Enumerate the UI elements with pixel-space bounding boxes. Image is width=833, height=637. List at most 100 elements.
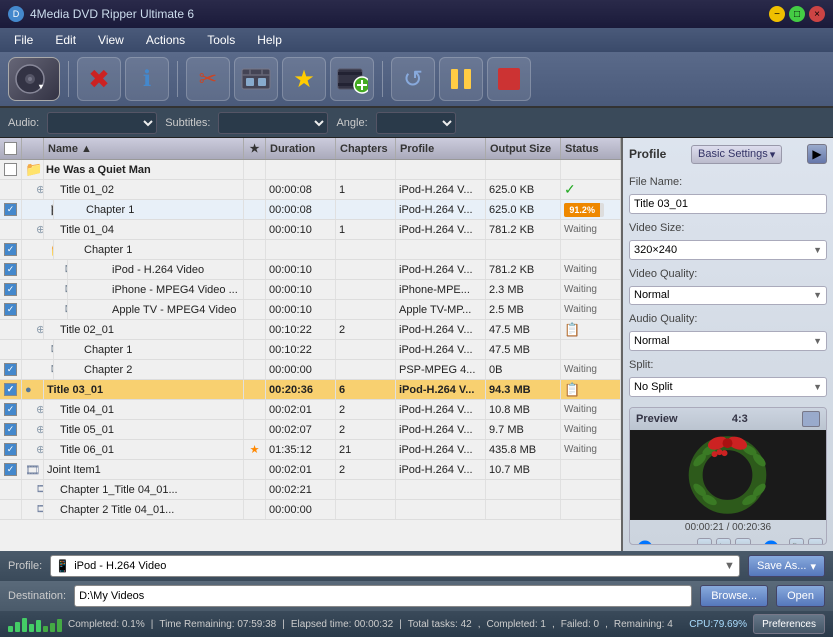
table-row[interactable]: 🎞 Joint Item1 00:02:01 2 iPod-H.264 V...… [0,460,621,480]
header-output-size[interactable]: Output Size [486,138,561,159]
pause-button[interactable] [439,57,483,101]
row-star[interactable] [244,240,266,259]
play-back-button[interactable]: ⏮ [697,538,712,545]
open-button[interactable]: Open [776,585,825,607]
close-button[interactable]: × [809,6,825,22]
row-star[interactable] [244,300,266,319]
table-row[interactable]: ⊕ Title 01_04 00:00:10 1 iPod-H.264 V...… [0,220,621,240]
angle-select[interactable] [376,112,456,134]
minimize-button[interactable]: − [769,6,785,22]
table-row[interactable]: ⊕ Title 01_02 00:00:08 1 iPod-H.264 V...… [0,180,621,200]
row-check[interactable] [0,380,22,399]
refresh-button[interactable]: ↺ [391,57,435,101]
cut-button[interactable]: ✂ [186,57,230,101]
row-check[interactable] [0,500,22,519]
row-check[interactable] [0,400,22,419]
row-star[interactable] [244,340,266,359]
row-check[interactable] [0,340,22,359]
play-button[interactable]: ▶ [716,538,731,545]
video-quality-select[interactable]: Normal ▼ [629,286,827,306]
row-star[interactable] [244,220,266,239]
menu-edit[interactable]: Edit [45,31,86,49]
table-row[interactable]: 🎞 Chapter 1 00:10:22 iPod-H.264 V... 47.… [0,340,621,360]
row-star[interactable] [244,200,266,219]
header-status[interactable]: Status [561,138,621,159]
filename-field[interactable]: Title 03_01 [629,194,827,214]
browse-button[interactable]: Browse... [700,585,768,607]
menu-actions[interactable]: Actions [136,31,195,49]
header-duration[interactable]: Duration [266,138,336,159]
table-row[interactable]: ⊕ Title 02_01 00:10:22 2 iPod-H.264 V...… [0,320,621,340]
header-name[interactable]: Name ▲ [44,138,244,159]
table-row[interactable]: 🎞 iPod - H.264 Video 00:00:10 iPod-H.264… [0,260,621,280]
row-star[interactable] [244,260,266,279]
header-chapters[interactable]: Chapters [336,138,396,159]
profile-select[interactable]: 📱 iPod - H.264 Video ▼ [50,555,740,577]
row-star[interactable] [244,500,266,519]
audio-quality-select[interactable]: Normal ▼ [629,331,827,351]
row-check[interactable] [0,460,22,479]
header-profile[interactable]: Profile [396,138,486,159]
table-row[interactable]: ⊕ Title 04_01 00:02:01 2 iPod-H.264 V...… [0,400,621,420]
table-row[interactable]: ● Title 03_01 00:20:36 6 iPod-H.264 V...… [0,380,621,400]
subtitles-select[interactable] [218,112,328,134]
table-row[interactable]: ⊕ Title 05_01 00:02:07 2 iPod-H.264 V...… [0,420,621,440]
dvd-button[interactable]: ▾ [8,57,60,101]
table-row[interactable]: 🎞 Chapter 1_Title 04_01... 00:02:21 [0,480,621,500]
row-check[interactable] [0,360,22,379]
table-row[interactable]: 🎞 iPhone - MPEG4 Video ... 00:00:10 iPho… [0,280,621,300]
row-check[interactable] [0,480,22,499]
table-row[interactable]: 📁 He Was a Quiet Man [0,160,621,180]
row-star[interactable] [244,280,266,299]
row-star[interactable] [244,320,266,339]
row-check[interactable] [0,280,22,299]
preview-scrubber[interactable] [633,544,693,545]
save-as-button[interactable]: Save As... ▾ [748,555,825,577]
row-star[interactable] [244,160,266,179]
row-check[interactable] [0,240,22,259]
row-check[interactable] [0,260,22,279]
row-star[interactable] [244,420,266,439]
table-row[interactable]: ⊕ Title 06_01 ★ 01:35:12 21 iPod-H.264 V… [0,440,621,460]
row-check[interactable] [0,200,22,219]
video-size-select[interactable]: 320×240 ▼ [629,240,827,260]
row-check[interactable] [0,160,22,179]
table-row[interactable]: 📁 Chapter 1 [0,240,621,260]
row-star[interactable] [244,460,266,479]
preview-expand-button[interactable] [802,411,820,427]
row-star[interactable] [244,380,266,399]
row-star[interactable] [244,180,266,199]
remove-button[interactable]: ✖ [77,57,121,101]
maximize-button[interactable]: □ [789,6,805,22]
split-select[interactable]: No Split ▼ [629,377,827,397]
bookmark-button[interactable]: ★ [282,57,326,101]
row-star[interactable] [244,480,266,499]
menu-help[interactable]: Help [247,31,292,49]
row-check[interactable] [0,180,22,199]
zoom-button[interactable]: 🔍 [789,538,804,545]
table-row[interactable]: 🎬 Chapter 1 00:00:08 iPod-H.264 V... 625… [0,200,621,220]
stop-button[interactable] [487,57,531,101]
audio-select[interactable] [47,112,157,134]
table-row[interactable]: 🎞 Chapter 2 Title 04_01... 00:00:00 [0,500,621,520]
menu-view[interactable]: View [88,31,134,49]
preferences-button[interactable]: Preferences [753,614,825,634]
row-check[interactable] [0,300,22,319]
edit-button[interactable] [234,57,278,101]
table-row[interactable]: 🎞 Chapter 2 00:00:00 PSP-MPEG 4... 0B Wa… [0,360,621,380]
row-star[interactable] [244,400,266,419]
row-star[interactable] [244,360,266,379]
destination-input[interactable]: D:\My Videos [74,585,692,607]
screenshot-button[interactable]: 📷 [808,538,823,545]
row-check[interactable] [0,220,22,239]
menu-file[interactable]: File [4,31,43,49]
row-check[interactable] [0,420,22,439]
row-check[interactable] [0,440,22,459]
play-forward-button[interactable]: ⏭ [735,538,750,545]
add-film-button[interactable] [330,57,374,101]
header-checkbox[interactable] [4,142,17,155]
basic-settings-button[interactable]: Basic Settings ▾ [691,145,782,164]
row-check[interactable] [0,320,22,339]
volume-slider[interactable] [755,544,785,545]
table-row[interactable]: 🎞 Apple TV - MPEG4 Video 00:00:10 Apple … [0,300,621,320]
